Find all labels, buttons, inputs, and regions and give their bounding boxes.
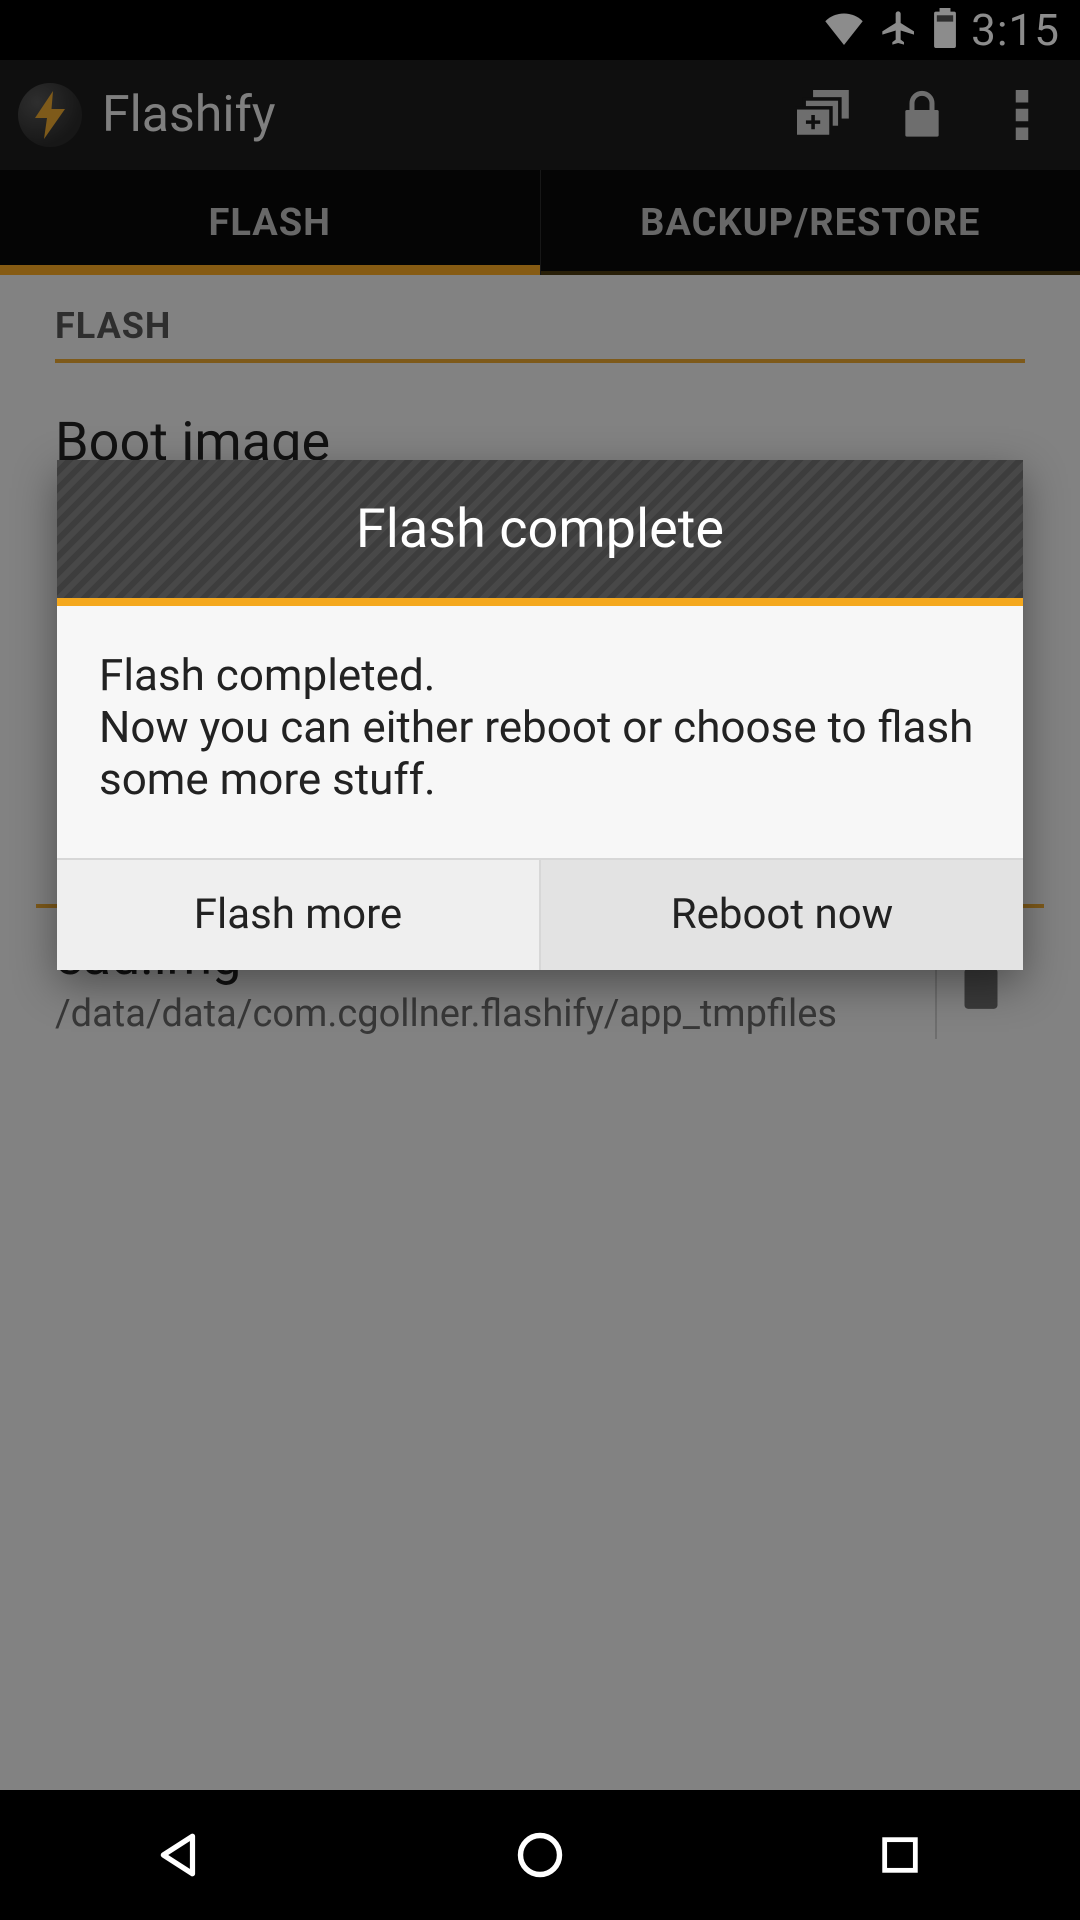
dialog-accent-bar [57, 598, 1023, 606]
nav-recent-button[interactable] [800, 1805, 1000, 1905]
flash-more-label: Flash more [194, 890, 402, 939]
reboot-now-button[interactable]: Reboot now [539, 860, 1023, 970]
nav-home-button[interactable] [440, 1805, 640, 1905]
nav-bar [0, 1790, 1080, 1920]
dialog-title: Flash complete [356, 498, 724, 561]
reboot-now-label: Reboot now [671, 890, 894, 939]
flash-complete-dialog: Flash complete Flash completed. Now you … [57, 460, 1023, 970]
nav-back-button[interactable] [80, 1805, 280, 1905]
flash-more-button[interactable]: Flash more [57, 860, 539, 970]
dialog-message: Flash completed. Now you can either rebo… [99, 650, 981, 806]
dialog-body: Flash completed. Now you can either rebo… [57, 606, 1023, 858]
dialog-button-row: Flash more Reboot now [57, 858, 1023, 970]
dialog-header: Flash complete [57, 460, 1023, 598]
